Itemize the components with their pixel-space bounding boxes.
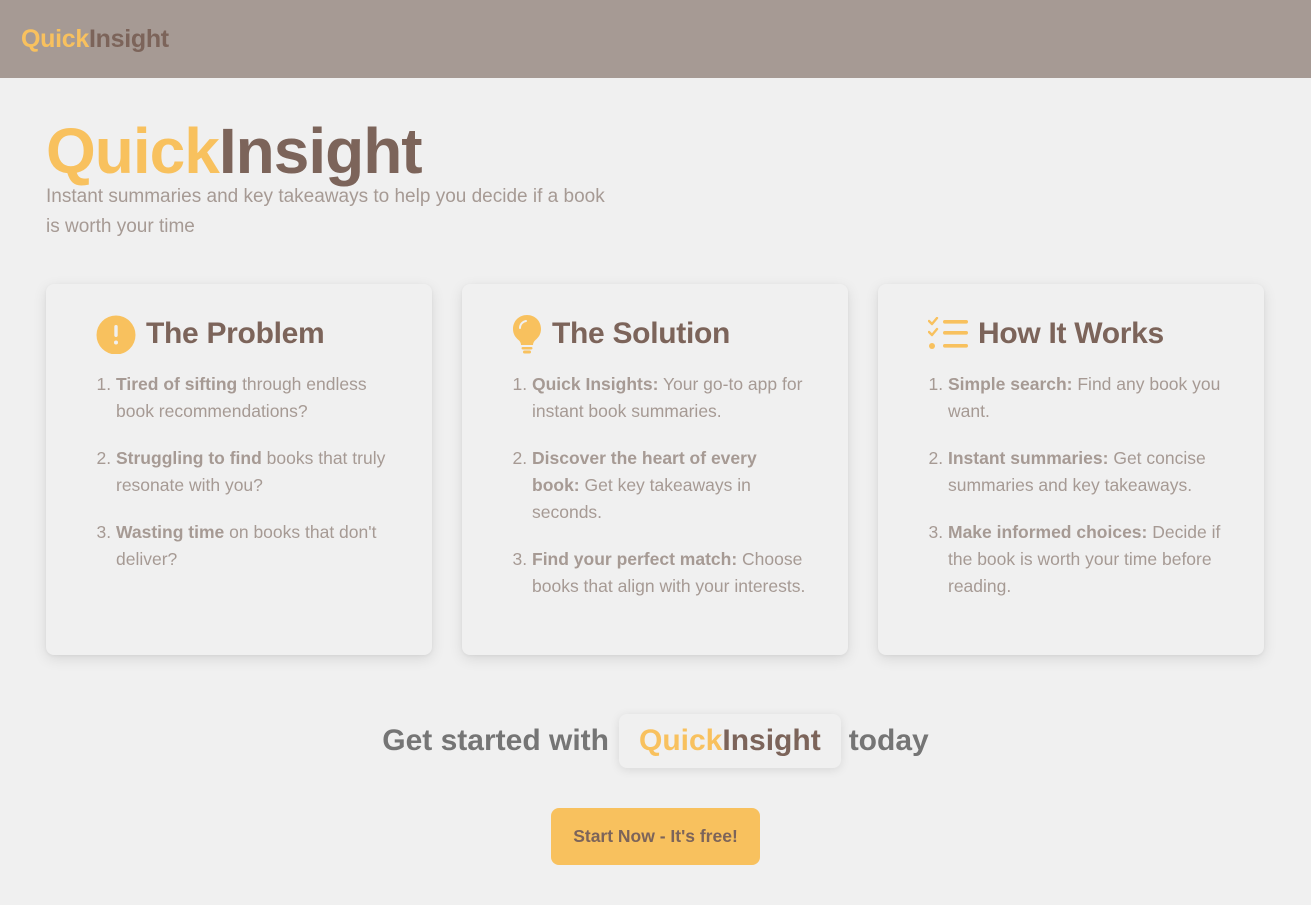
feature-cards: The Problem Tired of sifting through end…: [46, 284, 1264, 655]
cta-prefix: Get started with: [382, 724, 609, 757]
list-item-bold: Instant summaries:: [948, 448, 1109, 468]
card-list: Quick Insights: Your go-to app for insta…: [512, 371, 808, 600]
list-item-bold: Quick Insights:: [532, 374, 659, 394]
card-list: Tired of sifting through endless book re…: [96, 371, 392, 573]
cta-brand-pill: Quick Insight: [618, 714, 841, 768]
lightbulb-icon: [512, 314, 542, 354]
list-item: Tired of sifting through endless book re…: [116, 371, 392, 425]
cta-headline: Get started with Quick Insight today: [0, 714, 1311, 768]
logo-quick-text: Quick: [21, 24, 89, 53]
card-title: The Solution: [552, 317, 731, 350]
exclamation-circle-icon: [96, 314, 136, 354]
list-item: Quick Insights: Your go-to app for insta…: [532, 371, 808, 425]
card-how-it-works: How It Works Simple search: Find any boo…: [878, 284, 1264, 655]
hero-title-quick: Quick: [46, 115, 220, 187]
list-item: Find your perfect match: Choose books th…: [532, 546, 808, 600]
list-item-bold: Find your perfect match:: [532, 549, 738, 569]
hero-section: QuickInsight Instant summaries and key t…: [0, 78, 1311, 242]
card-problem: The Problem Tired of sifting through end…: [46, 284, 432, 655]
hero-title-insight: Insight: [218, 115, 423, 187]
card-header: How It Works: [928, 314, 1224, 354]
hero-title: QuickInsight: [46, 116, 1311, 186]
navbar-logo[interactable]: QuickInsight: [21, 25, 169, 54]
list-item-bold: Struggling to find: [116, 448, 262, 468]
cta-brand-insight: Insight: [722, 724, 821, 757]
list-item: Instant summaries: Get concise summaries…: [948, 445, 1224, 499]
card-list: Simple search: Find any book you want. I…: [928, 371, 1224, 600]
list-item: Struggling to find books that truly reso…: [116, 445, 392, 499]
card-solution: The Solution Quick Insights: Your go-to …: [462, 284, 848, 655]
list-item-bold: Wasting time: [116, 522, 225, 542]
list-item: Discover the heart of every book: Get ke…: [532, 445, 808, 526]
start-now-button[interactable]: Start Now - It's free!: [551, 808, 760, 865]
list-item: Make informed choices: Decide if the boo…: [948, 519, 1224, 600]
list-item-bold: Tired of sifting: [116, 374, 238, 394]
cta-brand-quick: Quick: [638, 724, 723, 757]
list-item: Simple search: Find any book you want.: [948, 371, 1224, 425]
card-title: The Problem: [146, 317, 325, 350]
card-title: How It Works: [978, 317, 1164, 350]
hero-subtitle: Instant summaries and key takeaways to h…: [46, 186, 605, 237]
checklist-icon: [928, 314, 968, 354]
list-item-bold: Simple search:: [948, 374, 1073, 394]
logo-insight-text: Insight: [88, 24, 169, 53]
card-header: The Problem: [96, 314, 392, 354]
list-item-bold: Make informed choices:: [948, 522, 1148, 542]
card-header: The Solution: [512, 314, 808, 354]
list-item: Wasting time on books that don't deliver…: [116, 519, 392, 573]
top-navbar: QuickInsight: [0, 0, 1311, 78]
cta-suffix: today: [848, 724, 929, 757]
